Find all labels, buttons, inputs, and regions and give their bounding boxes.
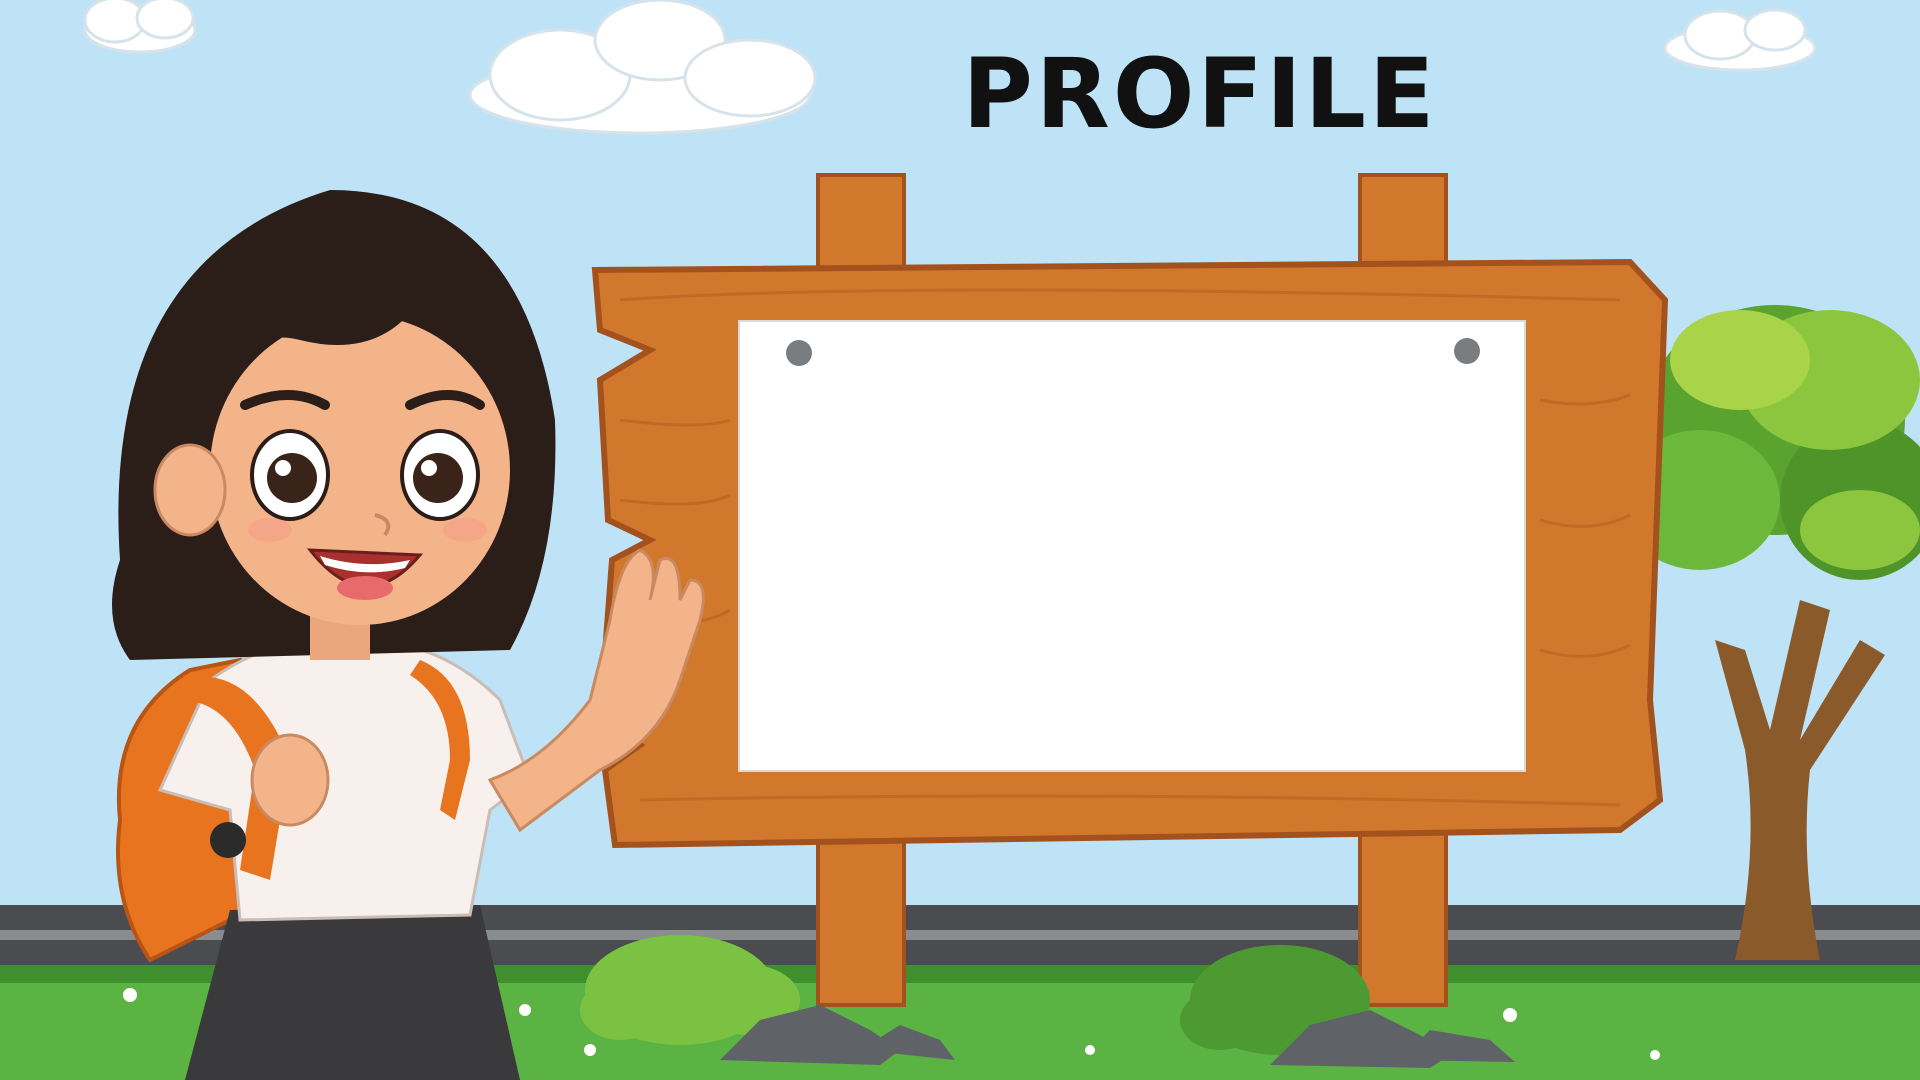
- page-title: PROFILE: [962, 38, 1438, 150]
- cloud-icon: [83, 0, 197, 54]
- profile-board: [738, 320, 1526, 772]
- tree-icon: [1620, 305, 1920, 960]
- pin-icon: [786, 340, 812, 366]
- pin-icon: [1454, 338, 1480, 364]
- profile-scene: PROFILE: [0, 0, 1920, 1080]
